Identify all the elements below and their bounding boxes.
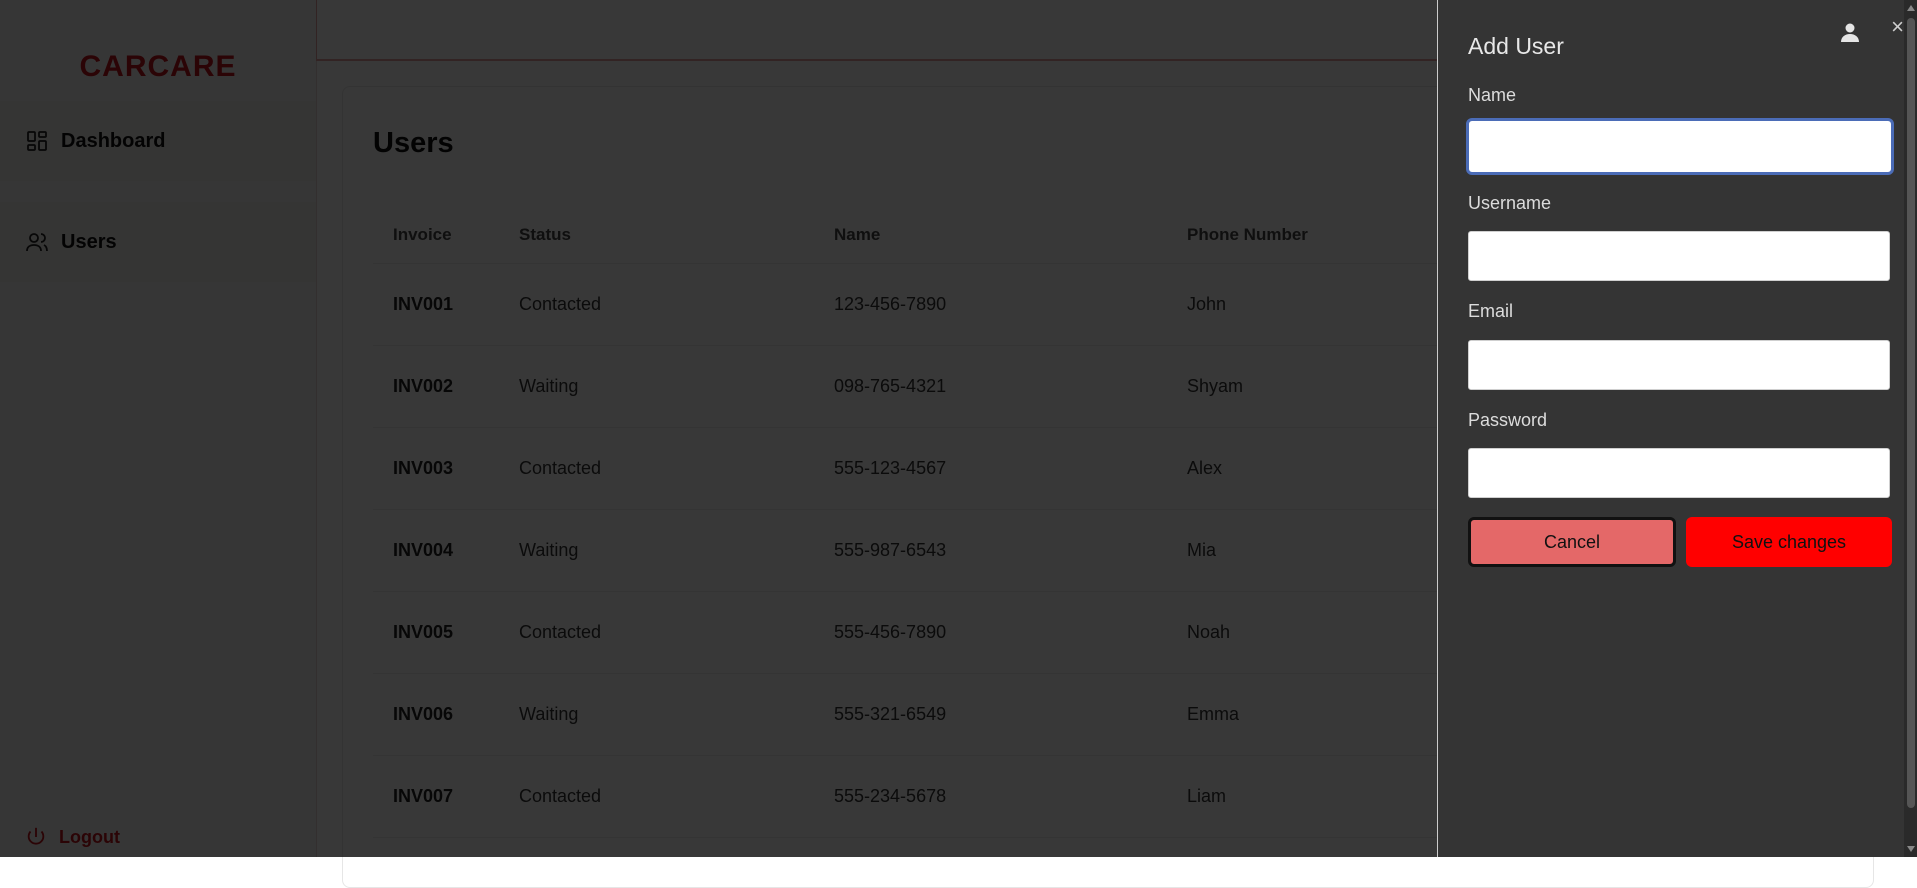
phone-cell: Liam: [1187, 786, 1227, 806]
page-title: Users: [373, 127, 454, 159]
password-field[interactable]: [1468, 448, 1890, 498]
save-changes-button[interactable]: Save changes: [1686, 517, 1892, 567]
user-icon: [1841, 23, 1859, 42]
scroll-up-arrow-icon[interactable]: [1907, 5, 1915, 11]
invoice-cell: INV005: [393, 622, 454, 642]
name-cell: 123-456-7890: [834, 294, 947, 314]
password-label: Password: [1468, 410, 1548, 430]
column-header-invoice: Invoice: [393, 225, 452, 244]
sidebar-item-label: Users: [61, 230, 117, 253]
column-header-name: Name: [834, 225, 881, 244]
dashboard-grid-icon: [27, 131, 47, 151]
name-cell: 555-987-6543: [834, 540, 947, 560]
username-label: Username: [1468, 193, 1552, 213]
sidebar-item-users[interactable]: Users: [0, 202, 316, 282]
panel-title: Add User: [1468, 33, 1564, 59]
status-cell: Waiting: [519, 540, 579, 560]
scroll-down-arrow-icon[interactable]: [1907, 846, 1915, 852]
name-cell: 555-456-7890: [834, 622, 947, 642]
username-field[interactable]: [1468, 231, 1890, 281]
brand-logo: CARCARE: [79, 50, 237, 83]
name-cell: 555-234-5678: [834, 786, 947, 806]
phone-cell: Emma: [1187, 704, 1240, 724]
power-icon: [27, 827, 45, 845]
invoice-cell: INV006: [393, 704, 454, 724]
status-cell: Contacted: [519, 786, 602, 806]
sidebar-item-label: Dashboard: [61, 129, 166, 152]
invoice-cell: INV002: [393, 376, 454, 396]
status-cell: Waiting: [519, 704, 579, 724]
users-icon: [26, 233, 48, 252]
column-header-phone: Phone Number: [1187, 225, 1308, 244]
phone-cell: Noah: [1187, 622, 1231, 642]
phone-cell: Alex: [1187, 458, 1223, 478]
name-field[interactable]: [1466, 118, 1894, 175]
email-field[interactable]: [1468, 340, 1890, 390]
email-label: Email: [1468, 301, 1514, 321]
status-cell: Contacted: [519, 294, 602, 314]
status-cell: Contacted: [519, 458, 602, 478]
scroll-thumb[interactable]: [1907, 18, 1915, 808]
invoice-cell: INV003: [393, 458, 454, 478]
sidebar-item-dashboard[interactable]: Dashboard: [0, 101, 316, 181]
phone-cell: John: [1187, 294, 1227, 314]
status-cell: Contacted: [519, 622, 602, 642]
sidebar: CARCARE Dashboard Users Logout: [0, 0, 317, 857]
phone-cell: Mia: [1187, 540, 1217, 560]
name-label: Name: [1468, 85, 1517, 105]
add-user-panel: Add User × Name Username Email Password …: [1437, 0, 1917, 857]
name-cell: 555-321-6549: [834, 704, 947, 724]
name-cell: 555-123-4567: [834, 458, 947, 478]
logout-label: Logout: [59, 826, 120, 847]
scrollbar[interactable]: [1904, 0, 1917, 857]
column-header-status: Status: [519, 225, 571, 244]
name-cell: 098-765-4321: [834, 376, 947, 396]
invoice-cell: INV004: [393, 540, 454, 560]
logout-button[interactable]: Logout: [25, 826, 120, 848]
cancel-button[interactable]: Cancel: [1468, 517, 1676, 567]
invoice-cell: INV007: [393, 786, 454, 806]
invoice-cell: INV001: [393, 294, 454, 314]
close-icon[interactable]: ×: [1891, 16, 1904, 38]
phone-cell: Shyam: [1187, 376, 1244, 396]
status-cell: Waiting: [519, 376, 579, 396]
